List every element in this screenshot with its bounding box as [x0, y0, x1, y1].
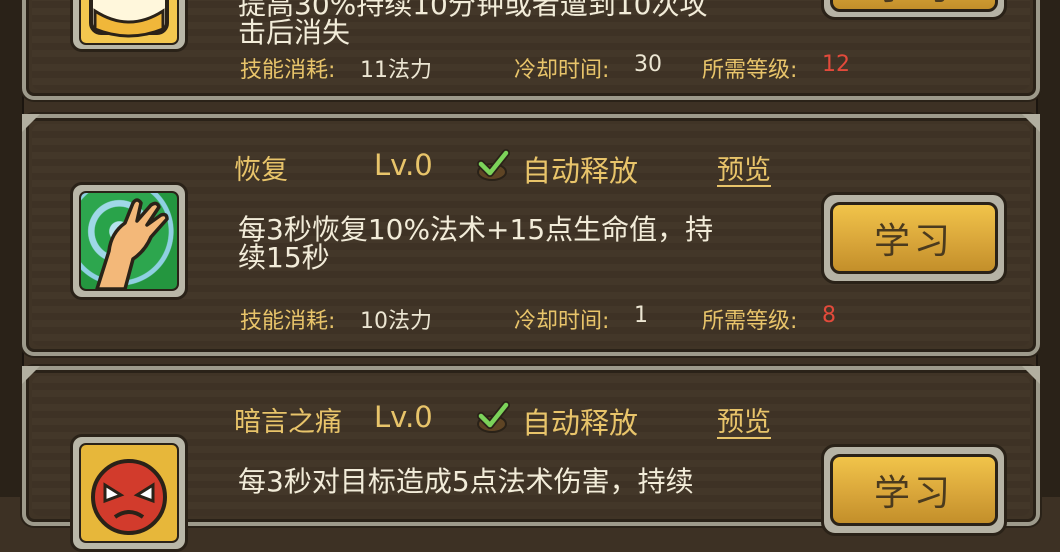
cooldown-value: 1: [634, 303, 648, 328]
corner-rivet: [1022, 114, 1040, 132]
skill-icon-frame[interactable]: [70, 0, 188, 52]
skill-card-3: 暗言之痛 Lv.0 自动释放 预览 每3秒对目标造成5点法术伤害，持续 学习: [22, 366, 1040, 552]
level-req-label: 所需等级:: [702, 309, 798, 334]
corner-rivet: [1022, 366, 1040, 384]
cost-label: 技能消耗:: [240, 309, 336, 334]
skill-description-line1: 每3秒恢复10%法术+15点生命值，持: [238, 213, 714, 246]
learn-button-frame[interactable]: 学习: [821, 0, 1007, 20]
learn-button[interactable]: 学习: [830, 202, 998, 274]
preview-link[interactable]: 预览: [717, 148, 771, 187]
cooldown-value: 30: [634, 52, 662, 77]
skill-description-line2: 击后消失: [238, 16, 351, 49]
red-demon-face-icon: [79, 443, 179, 543]
auto-cast-label[interactable]: 自动释放: [522, 400, 638, 442]
auto-cast-label[interactable]: 自动释放: [522, 148, 638, 190]
crown-shield-icon: [79, 0, 179, 45]
skill-name: 暗言之痛: [234, 407, 342, 438]
frame-left-edge: [0, 0, 24, 497]
learn-button[interactable]: 学习: [830, 0, 998, 12]
skill-card-1: 提高30%持续10分钟或者遭到10次攻 击后消失 技能消耗: 11法力 冷却时间…: [22, 0, 1040, 100]
learn-button-frame[interactable]: 学习: [821, 444, 1007, 536]
skill-card-2: 恢复 Lv.0 自动释放 预览 每3秒恢复10%法术+15点生命值，持 续15秒…: [22, 114, 1040, 356]
skill-icon-frame[interactable]: [70, 434, 188, 552]
skill-description-line2: 续15秒: [238, 241, 330, 274]
cost-label: 技能消耗:: [240, 58, 336, 83]
skill-level: Lv.0: [374, 400, 433, 434]
skill-name: 恢复: [234, 155, 288, 186]
skill-level: Lv.0: [374, 148, 433, 182]
learn-button-frame[interactable]: 学习: [821, 192, 1007, 284]
corner-rivet: [22, 114, 40, 132]
corner-rivet: [22, 366, 40, 384]
check-icon[interactable]: [476, 400, 510, 434]
level-req-value: 8: [822, 303, 836, 328]
skill-icon-frame[interactable]: [70, 182, 188, 300]
preview-link[interactable]: 预览: [717, 400, 771, 439]
cooldown-label: 冷却时间:: [514, 309, 610, 334]
healing-hand-icon: [79, 191, 179, 291]
skill-description-line1: 每3秒对目标造成5点法术伤害，持续: [238, 465, 694, 498]
cooldown-label: 冷却时间:: [514, 58, 610, 83]
cost-value: 11法力: [360, 58, 432, 83]
level-req-label: 所需等级:: [702, 58, 798, 83]
check-icon[interactable]: [476, 148, 510, 182]
cost-value: 10法力: [360, 309, 432, 334]
level-req-value: 12: [822, 52, 850, 77]
learn-button[interactable]: 学习: [830, 454, 998, 526]
